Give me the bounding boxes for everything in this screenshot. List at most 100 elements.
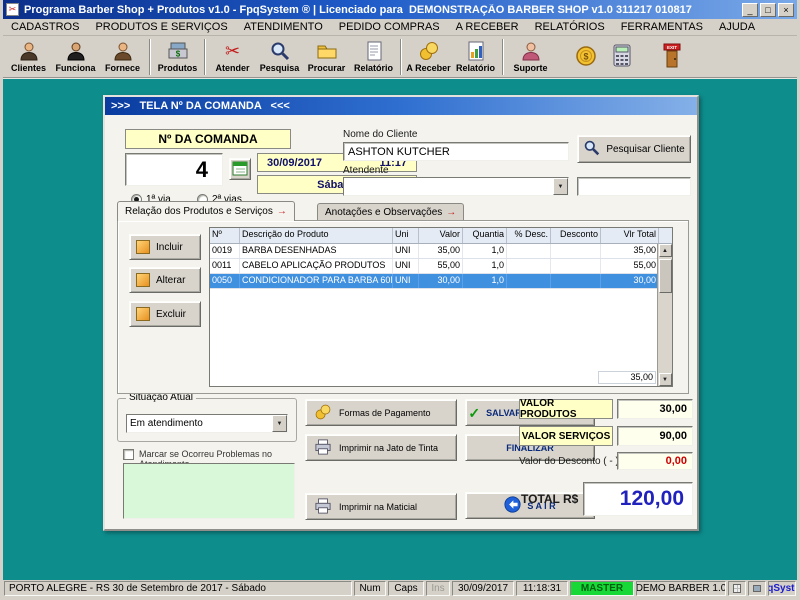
col-header[interactable]: Nº <box>210 228 240 243</box>
scroll-down-icon[interactable]: ▼ <box>658 373 672 386</box>
svg-text:EXIT: EXIT <box>667 45 677 50</box>
menu-item-produtos-servicos[interactable]: PRODUTOS E SERVIÇOS <box>87 21 235 33</box>
menu-item-ajuda[interactable]: AJUDA <box>711 21 763 33</box>
incluir-button[interactable]: Incluir <box>129 234 201 260</box>
attend-icon: ✂ <box>224 41 241 61</box>
menu-item-pedido-compras[interactable]: PEDIDO COMPRAS <box>331 21 448 33</box>
suppliers-icon <box>112 40 134 62</box>
close-button[interactable]: × <box>778 2 794 17</box>
status-bar: PORTO ALEGRE - RS 30 de Setembro de 2017… <box>3 580 797 597</box>
toolbar-label: Pesquisa <box>259 63 300 73</box>
scroll-up-icon[interactable]: ▲ <box>658 244 672 257</box>
comanda-dialog: >>> TELA Nº DA COMANDA <<< Nº DA COMANDA… <box>103 95 699 531</box>
pesquisar-cliente-button[interactable]: Pesquisar Cliente <box>577 135 691 163</box>
table-row[interactable]: 0019 BARBA DESENHADAS UNI 35,00 1,0 35,00 <box>210 244 672 259</box>
imprimir-jato-button[interactable]: Imprimir na Jato de Tinta <box>305 434 457 461</box>
col-header[interactable]: Valor <box>419 228 463 243</box>
tab-anotacoes[interactable]: Anotações e Observações → <box>317 203 465 221</box>
imprimir-jato-label: Imprimir na Jato de Tinta <box>339 442 439 453</box>
maximize-button[interactable]: □ <box>760 2 776 17</box>
toolbar-a-receber-button[interactable]: A Receber <box>405 37 452 77</box>
valor-servicos-label: VALOR SERVIÇOS <box>519 426 613 446</box>
app-window: ✂ Programa Barber Shop + Produtos v1.0 -… <box>0 0 800 600</box>
toolbar-relatorio2-button[interactable]: Relatório <box>452 37 499 77</box>
clients-icon <box>18 40 40 62</box>
toolbar-funcionarios-button[interactable]: Funciona <box>52 37 99 77</box>
menu-item-cadastros[interactable]: CADASTROS <box>3 21 87 33</box>
incluir-icon <box>136 240 150 254</box>
formas-pagamento-label: Formas de Pagamento <box>339 407 431 418</box>
situacao-combo[interactable]: Em atendimento ▼ <box>126 414 288 433</box>
comanda-dialog-titlebar[interactable]: >>> TELA Nº DA COMANDA <<< <box>105 97 697 115</box>
col-header[interactable]: Uni <box>393 228 419 243</box>
valor-produtos-label: VALOR PRODUTOS <box>519 398 613 420</box>
col-header[interactable]: Descrição do Produto <box>240 228 393 243</box>
total-label: TOTAL R$ <box>521 492 579 506</box>
toolbar-label: Procurar <box>307 63 346 73</box>
pesquisar-cliente-label: Pesquisar Cliente <box>606 143 685 155</box>
toolbar-clientes-button[interactable]: Clientes <box>5 37 52 77</box>
status-caps: Caps <box>388 581 424 596</box>
comanda-date: 30/09/2017 <box>267 156 323 169</box>
scroll-thumb[interactable] <box>659 259 672 293</box>
situacao-group: Situação Atual Em atendimento ▼ <box>117 392 297 442</box>
products-grid: Nº Descrição do Produto Uni Valor Quanti… <box>209 227 673 387</box>
attendant-extra-input[interactable] <box>577 177 691 196</box>
folder-icon <box>316 40 338 62</box>
minimize-button[interactable]: _ <box>742 2 758 17</box>
status-master-badge: MASTER <box>570 581 634 596</box>
client-name-input[interactable]: ASHTON KUTCHER <box>343 142 569 161</box>
toolbar-label: Suporte <box>513 63 548 73</box>
col-header[interactable]: Quantia <box>463 228 507 243</box>
desconto-label: Valor do Desconto ( - ) <box>519 456 619 467</box>
toolbar-label: A Receber <box>406 63 451 73</box>
valor-produtos-value: 30,00 <box>617 399 693 419</box>
tab-arrow-icon: → <box>446 207 457 218</box>
chevron-down-icon[interactable]: ▼ <box>553 178 568 195</box>
toolbar-procurar-button[interactable]: Procurar <box>303 37 350 77</box>
toolbar-separator <box>204 38 206 75</box>
table-row[interactable]: 0011 CABELO APLICAÇÃO PRODUTOS UNI 55,00 1,0… <box>210 259 672 274</box>
status-time: 11:18:31 <box>516 581 568 596</box>
payment-coins-icon <box>314 403 332 423</box>
comanda-number-value: 4 <box>125 153 223 186</box>
menu-item-ferramentas[interactable]: FERRAMENTAS <box>613 21 711 33</box>
table-row-selected[interactable]: 0050 CONDICIONADOR PARA BARBA 60ML UNI 30,0… <box>210 274 672 289</box>
tab-produtos-servicos[interactable]: Relação dos Produtos e Serviços → <box>117 201 295 221</box>
calendar-button[interactable] <box>229 158 251 180</box>
desconto-value: 0,00 <box>617 452 693 470</box>
incluir-label: Incluir <box>156 241 183 253</box>
grid-header-row: Nº Descrição do Produto Uni Valor Quanti… <box>210 228 672 244</box>
formas-pagamento-button[interactable]: Formas de Pagamento <box>305 399 457 426</box>
toolbar-coins-button[interactable]: $ <box>568 37 604 77</box>
menu-item-a-receber[interactable]: A RECEBER <box>448 21 527 33</box>
calendar-icon <box>232 160 248 179</box>
col-header[interactable]: Desconto <box>551 228 601 243</box>
toolbar-atender-button[interactable]: ✂ Atender <box>209 37 256 77</box>
imprimir-matricial-button[interactable]: Imprimir na Maticial <box>305 493 457 520</box>
toolbar-pesquisa-button[interactable]: Pesquisa <box>256 37 303 77</box>
toolbar-exit-button[interactable]: EXIT <box>654 37 690 77</box>
toolbar-separator <box>502 38 504 75</box>
problem-notes-area[interactable] <box>123 463 295 519</box>
toolbar-suporte-button[interactable]: Suporte <box>507 37 554 77</box>
col-header[interactable]: Vlr Total <box>601 228 659 243</box>
toolbar-produtos-button[interactable]: $ Produtos <box>154 37 201 77</box>
excluir-button[interactable]: Excluir <box>129 301 201 327</box>
status-num: Num <box>354 581 386 596</box>
chevron-down-icon[interactable]: ▼ <box>272 415 287 432</box>
grid-scrollbar[interactable]: ▲ ▼ <box>657 244 672 386</box>
app-icon: ✂ <box>6 3 19 16</box>
toolbar-relatorio-button[interactable]: Relatório <box>350 37 397 77</box>
toolbar-label: Clientes <box>10 63 46 73</box>
alterar-button[interactable]: Alterar <box>129 267 201 293</box>
menu-item-atendimento[interactable]: ATENDIMENTO <box>236 21 331 33</box>
toolbar-fornecedores-button[interactable]: Fornece <box>99 37 146 77</box>
menu-bar: CADASTROS PRODUTOS E SERVIÇOS ATENDIMENT… <box>3 19 797 36</box>
col-header[interactable]: % Desc. <box>507 228 551 243</box>
menu-item-relatorios[interactable]: RELATÓRIOS <box>527 21 613 33</box>
toolbar-calculator-button[interactable] <box>604 37 640 77</box>
window-title: Programa Barber Shop + Produtos v1.0 - F… <box>24 3 692 16</box>
attendant-combo[interactable]: ▼ <box>343 177 569 196</box>
comanda-dialog-title: >>> TELA Nº DA COMANDA <<< <box>111 100 290 112</box>
